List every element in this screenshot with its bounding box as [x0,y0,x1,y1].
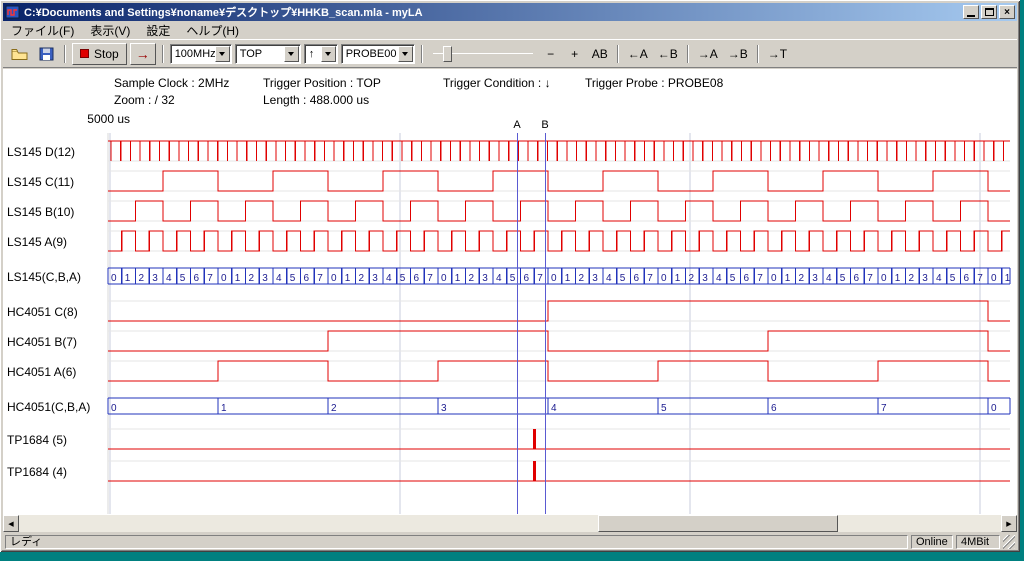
maximize-icon [985,8,994,16]
zoom-slider[interactable] [433,44,533,64]
channel-label-5[interactable]: LS145(C,B,A) [7,269,81,285]
length-readout: Length : 488.000 us [263,93,369,107]
window-title: C:¥Documents and Settings¥noname¥デスクトップ¥… [21,4,961,20]
sample-rate-select[interactable]: 100MHz [170,44,232,64]
maximize-button[interactable] [981,5,997,19]
goto-a-right-button[interactable]: →A [694,44,722,64]
chevron-down-icon[interactable] [321,46,336,62]
trigger-edge-select[interactable]: ↑ [304,44,338,64]
goto-a-left-button[interactable]: ←A [624,44,652,64]
channel-label-8[interactable]: HC4051 A(6) [7,364,76,380]
stop-icon [80,49,89,58]
toolbar-separator [617,45,619,63]
resize-grip[interactable] [1003,535,1015,549]
trigger-position-readout: Trigger Position : TOP [263,76,381,90]
channel-label-9[interactable]: HC4051(C,B,A) [7,399,90,415]
run-button[interactable]: → [130,43,156,65]
channel-label-11[interactable]: TP1684 (4) [7,464,67,480]
channel-label-3[interactable]: LS145 B(10) [7,204,74,220]
toolbar: Stop → 100MHz TOP ↑ PROBE00 −+AB ←A←B →A→B… [3,39,1017,68]
app-icon [5,5,21,20]
status-memory: 4MBit [956,535,1000,549]
scroll-left-icon: ◀ [8,520,13,528]
save-button[interactable] [34,43,58,65]
channel-label-7[interactable]: HC4051 B(7) [7,334,77,350]
scroll-left-button[interactable]: ◀ [3,515,19,532]
chevron-down-icon[interactable] [398,46,413,62]
toolbar-separator [421,45,423,63]
scroll-right-button[interactable]: ▶ [1001,515,1017,532]
toolbar-button-group: −+AB ←A←B →A→B →T [540,44,791,64]
horizontal-scrollbar[interactable]: ◀ ▶ [3,515,1017,532]
cursor-b-label[interactable]: B [538,119,552,131]
goto-b-left-button[interactable]: ←B [654,44,682,64]
sample-clock-readout: Sample Clock : 2MHz [114,76,229,90]
chevron-down-icon[interactable] [284,46,299,62]
goto-b-right-button[interactable]: →B [724,44,752,64]
titlebar[interactable]: C:¥Documents and Settings¥noname¥デスクトップ¥… [3,3,1017,21]
zoom-in-button[interactable]: + [564,44,586,64]
zoom-readout: Zoom : / 32 [114,93,175,107]
minimize-button[interactable] [963,5,979,19]
time-per-div-label: 5000 us [58,112,130,126]
waveform-client[interactable] [3,69,1017,515]
trigger-probe-select[interactable]: PROBE00 [341,44,415,64]
close-button[interactable]: × [999,5,1015,19]
channel-label-1[interactable]: LS145 D(12) [7,144,75,160]
trigger-probe-readout: Trigger Probe : PROBE08 [585,76,723,90]
zoom-out-button[interactable]: − [540,44,562,64]
floppy-disk-icon [39,47,54,61]
toolbar-separator [64,45,66,63]
channel-label-4[interactable]: LS145 A(9) [7,234,67,250]
menu-settings[interactable]: 設定 [138,21,178,40]
trigger-position-select[interactable]: TOP [235,44,301,64]
stop-button[interactable]: Stop [72,43,127,65]
scroll-thumb[interactable] [598,515,838,532]
cursor-a-label[interactable]: A [510,119,524,131]
chevron-down-icon[interactable] [215,46,230,62]
slider-thumb[interactable] [443,46,452,62]
status-online: Online [911,535,953,549]
menu-help[interactable]: ヘルプ(H) [178,21,247,40]
toolbar-separator [757,45,759,63]
close-icon: × [1004,7,1010,18]
toolbar-separator [162,45,164,63]
minimize-icon [967,15,975,17]
scroll-right-icon: ▶ [1006,520,1011,528]
goto-trigger-button[interactable]: →T [764,44,791,64]
menu-view[interactable]: 表示(V) [82,21,138,40]
trigger-condition-readout: Trigger Condition : ↓ [443,76,551,90]
menu-file[interactable]: ファイル(F) [3,21,82,40]
ab-cursors-button[interactable]: AB [588,44,612,64]
status-message: レディ [5,535,908,549]
open-folder-icon [11,47,28,61]
channel-label-10[interactable]: TP1684 (5) [7,432,67,448]
channel-label-2[interactable]: LS145 C(11) [7,174,74,190]
run-arrow-icon: → [136,46,150,62]
toolbar-separator [687,45,689,63]
menu-bar: ファイル(F)表示(V)設定ヘルプ(H) [3,21,1017,39]
app-window: C:¥Documents and Settings¥noname¥デスクトップ¥… [0,0,1020,552]
open-file-button[interactable] [7,43,31,65]
channel-label-6[interactable]: HC4051 C(8) [7,304,78,320]
status-bar: レディ Online 4MBit [3,533,1017,550]
